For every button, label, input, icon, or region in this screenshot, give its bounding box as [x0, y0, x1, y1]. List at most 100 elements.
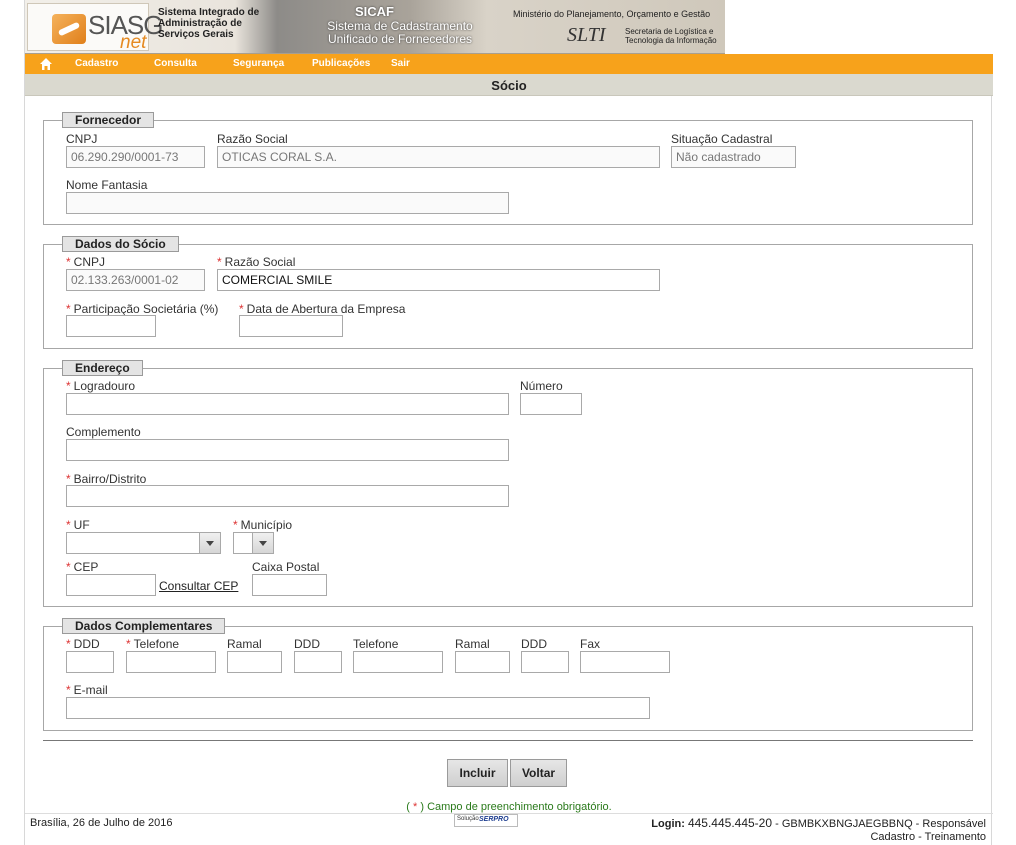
required-note-text: ) Campo de preenchimento obrigatório. [420, 801, 612, 813]
ddd1-field[interactable] [66, 651, 114, 673]
telefone1-field[interactable] [126, 651, 216, 673]
chevron-down-icon[interactable] [199, 533, 220, 553]
socio-razao-label-text: Razão Social [224, 255, 296, 269]
cep-field[interactable] [66, 574, 156, 596]
page-title: Sócio [491, 78, 527, 93]
required-mark: * [239, 302, 244, 316]
participacao-label-text: Participação Societária (%) [73, 302, 219, 316]
cep-label-text: CEP [73, 560, 99, 574]
banner-image: SIASG net Sistema Integrado de Administr… [25, 0, 725, 54]
caixa-postal-field[interactable] [252, 574, 327, 596]
siasg-description: Sistema Integrado de Administração de Se… [158, 7, 259, 40]
participacao-field[interactable] [66, 315, 156, 337]
abertura-label-text: Data de Abertura da Empresa [246, 302, 406, 316]
telefone1-label-text: Telefone [133, 637, 180, 651]
menu-consulta[interactable]: Consulta [154, 58, 197, 69]
required-mark: * [66, 637, 71, 651]
socio-cnpj-field[interactable] [66, 269, 205, 291]
required-mark: * [66, 255, 71, 269]
bairro-label-text: Bairro/Distrito [73, 472, 147, 486]
menu-publicacoes[interactable]: Publicações [312, 58, 370, 69]
ddd2-label: DDD [294, 637, 320, 651]
telefone1-label: * Telefone [126, 637, 179, 651]
slti-description: Secretaria de Logística e Tecnologia da … [625, 27, 717, 45]
email-label-text: E-mail [73, 683, 108, 697]
municipio-select[interactable] [233, 532, 274, 554]
voltar-button[interactable]: Voltar [510, 759, 567, 787]
required-mark: * [66, 518, 71, 532]
required-note-star: * [413, 801, 418, 813]
sicaf-sub-line: Unificado de Fornecedores [327, 32, 473, 46]
participacao-label: * Participação Societária (%) [66, 302, 218, 316]
required-mark: * [66, 302, 71, 316]
socio-section: Dados do Sócio *CNPJ *Razão Social *Part… [43, 236, 973, 349]
required-mark: * [66, 472, 71, 486]
ddd2-field[interactable] [294, 651, 342, 673]
abertura-label: * Data de Abertura da Empresa [239, 302, 405, 316]
slti-desc-line: Secretaria de Logística e [625, 27, 714, 36]
logradouro-label-text: Logradouro [73, 379, 136, 393]
endereco-legend: Endereço [62, 360, 143, 376]
siasg-logo: SIASG net [27, 3, 163, 53]
socio-legend: Dados do Sócio [62, 236, 179, 252]
ddd3-field[interactable] [521, 651, 569, 673]
fornecedor-razao-field[interactable] [217, 146, 660, 168]
menu-seguranca[interactable]: Segurança [233, 58, 284, 69]
numero-field[interactable] [520, 393, 582, 415]
abertura-field[interactable] [239, 315, 343, 337]
ramal2-field[interactable] [455, 651, 510, 673]
consultar-cep-link[interactable]: Consultar CEP [159, 579, 238, 593]
complemento-field[interactable] [66, 439, 509, 461]
header-banner: SIASG net Sistema Integrado de Administr… [25, 0, 993, 54]
email-label: * E-mail [66, 683, 108, 697]
home-icon[interactable] [39, 57, 53, 71]
required-mark: * [233, 518, 238, 532]
ddd3-label: DDD [521, 637, 547, 651]
fornecedor-cnpj-field[interactable] [66, 146, 205, 168]
fantasia-field[interactable] [66, 192, 509, 214]
siasg-desc-line: Administração de [158, 18, 242, 29]
required-note-open: ( [406, 801, 410, 813]
login-line-2: Cadastro - Treinamento [870, 831, 986, 843]
serpro-logo: Solução SERPRO [454, 814, 518, 827]
telefone2-field[interactable] [353, 651, 443, 673]
logradouro-field[interactable] [66, 393, 509, 415]
socio-razao-field[interactable] [217, 269, 660, 291]
page-title-bar: Sócio [25, 74, 993, 96]
fornecedor-cnpj-label: CNPJ [66, 132, 98, 146]
municipio-label-text: Município [240, 518, 293, 532]
slti-desc-line: Tecnologia da Informação [625, 36, 717, 45]
required-mark: * [217, 255, 222, 269]
situacao-field[interactable] [671, 146, 796, 168]
socio-cnpj-label-text: CNPJ [73, 255, 106, 269]
fornecedor-razao-label: Razão Social [217, 132, 288, 146]
municipio-label: * Município [233, 518, 292, 532]
chevron-down-icon[interactable] [252, 533, 273, 553]
siasg-desc-line: Sistema Integrado de [158, 7, 260, 18]
numero-label: Número [520, 379, 563, 393]
telefone2-label: Telefone [353, 637, 399, 651]
menu-sair[interactable]: Sair [391, 58, 410, 69]
login-profile: - GBMBKXBNGJAEGBBNQ - Responsável [775, 818, 986, 830]
required-mark: * [66, 560, 71, 574]
incluir-button[interactable]: Incluir [447, 759, 508, 787]
ddd1-label: * DDD [66, 637, 100, 651]
fantasia-label: Nome Fantasia [66, 178, 148, 192]
ddd1-label-text: DDD [73, 637, 100, 651]
fax-field[interactable] [580, 651, 670, 673]
menu-cadastro[interactable]: Cadastro [75, 58, 118, 69]
ramal1-field[interactable] [227, 651, 282, 673]
uf-label-text: UF [73, 518, 90, 532]
uf-select[interactable] [66, 532, 221, 554]
bairro-field[interactable] [66, 485, 509, 507]
required-mark: * [66, 683, 71, 697]
siasg-desc-line: Serviços Gerais [158, 29, 234, 40]
divider [43, 740, 973, 741]
logo-net: net [120, 32, 147, 53]
complemento-label: Complemento [66, 425, 141, 439]
cep-label: * CEP [66, 560, 98, 574]
fax-label: Fax [580, 637, 601, 651]
required-mark: * [66, 379, 71, 393]
email-field[interactable] [66, 697, 650, 719]
login-line: Login: 445.445.445-20 - GBMBKXBNGJAEGBBN… [651, 817, 986, 831]
